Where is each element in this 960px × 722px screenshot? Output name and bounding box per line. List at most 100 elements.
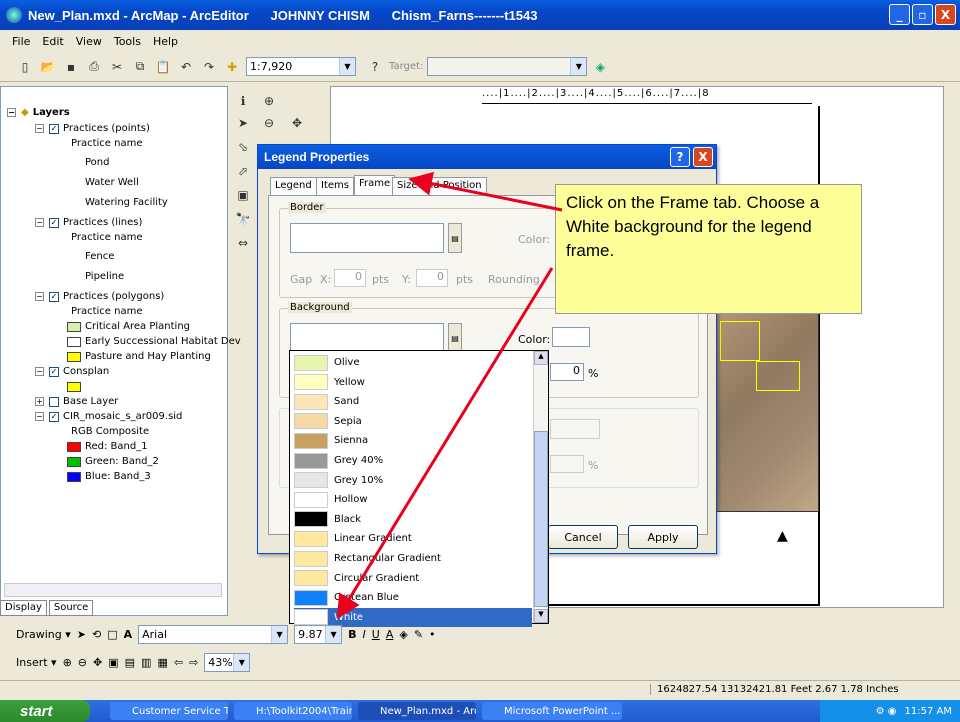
zoom-out-icon[interactable]: ⊖: [260, 114, 278, 132]
toc-item[interactable]: Pond: [67, 155, 109, 170]
chevron-down-icon[interactable]: ▼: [339, 58, 355, 75]
undo-icon[interactable]: ↶: [177, 58, 195, 76]
toc-scrollbar[interactable]: [4, 583, 222, 597]
measure-icon[interactable]: ⇔: [234, 234, 252, 252]
chevron-down-icon[interactable]: ▼: [570, 58, 587, 75]
fill-color-icon[interactable]: ◈: [399, 628, 407, 641]
help-button[interactable]: ?: [670, 147, 690, 167]
toc-item[interactable]: Fence: [67, 249, 114, 264]
select-features-icon[interactable]: ⬀: [234, 162, 252, 180]
whats-this-icon[interactable]: ?: [366, 58, 384, 76]
find-icon[interactable]: 🔭: [234, 210, 252, 228]
dropdown-option[interactable]: Circular Gradient: [294, 569, 532, 588]
zoom-100-icon[interactable]: ▦: [157, 656, 167, 669]
editor-icon[interactable]: ◈: [591, 58, 609, 76]
cut-icon[interactable]: ✂: [108, 58, 126, 76]
scale-combo[interactable]: 1:7,920 ▼: [246, 57, 356, 76]
background-symbol-button[interactable]: ▤: [448, 323, 462, 353]
gap-y-input[interactable]: 0: [416, 269, 448, 287]
toc-item[interactable]: Pipeline: [67, 269, 124, 284]
menu-edit[interactable]: Edit: [42, 35, 63, 48]
background-pct-input[interactable]: 0: [550, 363, 584, 381]
italic-icon[interactable]: I: [363, 628, 366, 641]
gap-x-input[interactable]: 0: [334, 269, 366, 287]
fixed-zoom-out-icon[interactable]: ▥: [141, 656, 151, 669]
toc-item[interactable]: Early Successional Habitat Dev: [67, 334, 241, 349]
zoom-whole-page-icon[interactable]: ▣: [108, 656, 118, 669]
expand-collapse-icon[interactable]: −: [35, 412, 44, 421]
scroll-thumb[interactable]: [534, 431, 548, 607]
dropdown-option[interactable]: Rectangular Gradient: [294, 549, 532, 568]
close-button[interactable]: X: [935, 4, 956, 25]
shadow-pct-input[interactable]: [550, 455, 584, 473]
toc-item[interactable]: − ✓ Practices (lines): [35, 215, 142, 230]
font-combo[interactable]: Arial ▼: [138, 624, 289, 644]
background-dropdown-list[interactable]: ▲ ▼ Olive Yellow Sand Sepia Sienna Grey 40% Gr…: [289, 350, 549, 627]
dropdown-option[interactable]: Sienna: [294, 431, 532, 450]
tab-frame[interactable]: Frame: [354, 175, 396, 195]
layer-checkbox[interactable]: [49, 396, 59, 407]
background-dropdown[interactable]: [290, 323, 444, 353]
dropdown-option[interactable]: Olive: [294, 353, 532, 372]
toc-item[interactable]: [67, 379, 85, 394]
clear-selection-icon[interactable]: ▣: [234, 186, 252, 204]
toc-item[interactable]: Practice name: [71, 304, 142, 319]
apply-button[interactable]: Apply: [628, 525, 698, 549]
task-toolkit[interactable]: H:\Toolkit2004\Traini...: [234, 702, 352, 720]
layer-checkbox[interactable]: ✓: [49, 291, 59, 302]
scroll-down-icon[interactable]: ▼: [534, 609, 548, 623]
expand-collapse-icon[interactable]: −: [35, 292, 44, 301]
dropdown-option[interactable]: Hollow: [294, 490, 532, 509]
toc-item[interactable]: Practice name: [71, 230, 142, 245]
forward-extent-icon[interactable]: ⇨: [189, 656, 198, 669]
zoom-in-icon[interactable]: ⊕: [260, 92, 278, 110]
expand-collapse-icon[interactable]: −: [35, 124, 44, 133]
dropdown-option[interactable]: Linear Gradient: [294, 529, 532, 548]
maximize-button[interactable]: ▫: [912, 4, 933, 25]
new-icon[interactable]: ▯: [16, 58, 34, 76]
layer-checkbox[interactable]: ✓: [49, 123, 59, 134]
expand-collapse-icon[interactable]: −: [35, 218, 44, 227]
toc-item[interactable]: − ✓ Practices (points): [35, 121, 150, 136]
toc-root[interactable]: − ◆ Layers: [7, 105, 70, 120]
toc-item[interactable]: + Base Layer: [35, 394, 118, 409]
chevron-down-icon[interactable]: ▼: [325, 625, 342, 643]
line-color-icon[interactable]: ✎: [414, 628, 423, 641]
tab-source[interactable]: Source: [48, 600, 94, 616]
dropdown-option[interactable]: Yellow: [294, 373, 532, 392]
minimize-button[interactable]: _: [889, 4, 910, 25]
font-color-icon[interactable]: A: [386, 628, 394, 641]
info-icon[interactable]: ℹ: [234, 92, 252, 110]
paste-icon[interactable]: 📋: [154, 58, 172, 76]
toc-item[interactable]: Blue: Band_3: [67, 469, 151, 484]
expand-collapse-icon[interactable]: +: [35, 397, 44, 406]
menu-file[interactable]: File: [12, 35, 30, 48]
task-arcmap[interactable]: New_Plan.mxd - Arc...: [358, 702, 476, 720]
toc-item[interactable]: Watering Facility: [67, 195, 168, 210]
toc-item[interactable]: − ✓ Consplan: [35, 364, 109, 379]
background-color-picker[interactable]: [552, 327, 590, 347]
text-icon[interactable]: A: [124, 628, 133, 641]
target-combo[interactable]: ▼: [427, 57, 588, 76]
scroll-up-icon[interactable]: ▲: [534, 351, 548, 365]
toc-item[interactable]: RGB Composite: [71, 424, 149, 439]
toc-item[interactable]: Critical Area Planting: [67, 319, 190, 334]
border-dropdown[interactable]: [290, 223, 444, 253]
rectangle-icon[interactable]: □: [107, 628, 117, 641]
pan-page-icon[interactable]: ✥: [93, 656, 102, 669]
tab-items[interactable]: Items: [316, 177, 354, 195]
edit-vertex-icon[interactable]: ⬂: [234, 138, 252, 156]
select-arrow-icon[interactable]: ➤: [234, 114, 252, 132]
border-symbol-button[interactable]: ▤: [448, 223, 462, 253]
tab-display[interactable]: Display: [0, 600, 47, 616]
add-data-icon[interactable]: ✚: [223, 58, 241, 76]
menu-tools[interactable]: Tools: [114, 35, 141, 48]
pan-icon[interactable]: ✥: [288, 114, 306, 132]
expand-collapse-icon[interactable]: −: [35, 367, 44, 376]
toc-item[interactable]: Pasture and Hay Planting: [67, 349, 211, 364]
zoom-in-page-icon[interactable]: ⊕: [63, 656, 72, 669]
tab-size-position[interactable]: Size and Position: [392, 177, 487, 195]
dropdown-option[interactable]: Grey 10%: [294, 471, 532, 490]
save-icon[interactable]: ▪: [62, 58, 80, 76]
back-extent-icon[interactable]: ⇦: [174, 656, 183, 669]
